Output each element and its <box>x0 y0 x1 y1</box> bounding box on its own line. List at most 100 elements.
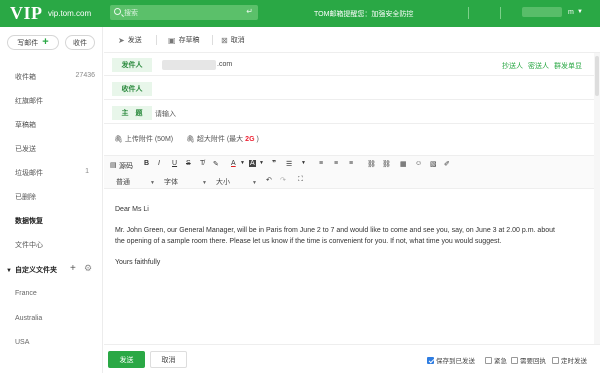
logo[interactable]: VIP <box>10 3 43 24</box>
compose-label: 写邮件 <box>17 39 39 47</box>
chevron-down-icon: ▼ <box>251 180 257 186</box>
italic-icon[interactable]: I <box>158 160 160 167</box>
clear-format-icon[interactable]: T̸ <box>200 160 204 167</box>
gear-icon[interactable]: ⚙ <box>84 263 92 274</box>
bold-icon[interactable]: B <box>144 160 149 167</box>
paragraph-style-select[interactable]: 普通 ▼ <box>116 177 155 187</box>
to-field[interactable] <box>160 80 590 98</box>
font-family-select[interactable]: 字体 ▼ <box>164 177 207 187</box>
emoji-icon[interactable]: ☺ <box>415 160 422 167</box>
source-code-button[interactable]: 源码 <box>119 161 133 171</box>
format-painter-icon[interactable]: ✎ <box>213 160 219 168</box>
chevron-down-icon: ▼ <box>149 180 155 186</box>
compose-button[interactable]: 写邮件 + <box>7 35 59 50</box>
user-account-blurred[interactable] <box>522 7 562 17</box>
send-icon: ➤ <box>118 35 125 45</box>
user-account-suffix[interactable]: m <box>568 9 574 16</box>
quote-icon[interactable]: ❞ <box>272 159 276 167</box>
scrollbar[interactable] <box>594 53 600 344</box>
bcc-link[interactable]: 密送人 <box>528 61 549 71</box>
save-to-sent-checkbox[interactable] <box>427 356 434 364</box>
paragraph-style-value: 普通 <box>116 179 130 186</box>
align-left-icon[interactable]: ≡ <box>319 160 323 167</box>
signature-icon[interactable]: ✐ <box>444 160 450 168</box>
underline-icon[interactable]: U <box>172 160 177 167</box>
sidebar-item-label: 红旗邮件 <box>15 98 43 105</box>
cancel-button[interactable]: 取消 <box>150 351 187 368</box>
receive-label: 收件 <box>73 39 87 47</box>
font-family-value: 字体 <box>164 179 178 186</box>
paperclip-icon: 🖇 <box>114 136 123 143</box>
send-label: 发送 <box>127 37 142 44</box>
plus-icon: + <box>42 36 49 48</box>
sidebar-item-drafts[interactable]: 草稿箱 <box>15 120 95 130</box>
save-draft-button[interactable]: ▣ 存草稿 <box>168 35 200 45</box>
chevron-down-icon[interactable]: ▼ <box>577 9 583 15</box>
sidebar-item-folder-usa[interactable]: USA <box>15 339 29 346</box>
divider <box>104 99 600 100</box>
chevron-down-icon[interactable]: ▼ <box>301 160 306 166</box>
scheduled-send-checkbox[interactable] <box>552 356 559 364</box>
highlight-color-icon[interactable]: A <box>249 160 256 167</box>
caret-down-icon[interactable]: ▼ <box>6 268 12 274</box>
sidebar-item-inbox[interactable]: 收件箱 27436 <box>15 72 95 82</box>
sidebar-item-label: 收件箱 <box>15 74 36 81</box>
cc-link[interactable]: 抄送人 <box>502 61 523 71</box>
strikethrough-icon[interactable]: S <box>186 160 191 167</box>
custom-folders-header[interactable]: ▼ 自定义文件夹 + ⚙ <box>6 263 98 275</box>
read-receipt-checkbox[interactable] <box>511 356 518 364</box>
sidebar-item-label: 垃圾邮件 <box>15 170 43 177</box>
chevron-down-icon[interactable]: ▼ <box>240 160 245 166</box>
unlink-icon[interactable]: ⛓ <box>382 160 391 168</box>
read-receipt-option[interactable]: 需要回执 <box>511 355 546 365</box>
urgent-checkbox[interactable] <box>485 356 492 364</box>
editor-toolbar: ▤ 源码 B I U S T̸ ✎ A ▼ A ▼ ❞ ☰ ▼ ≡ ≡ ≡ ⛓ … <box>104 155 600 189</box>
subject-input[interactable]: 请输入 <box>155 109 176 119</box>
cancel-label: 取消 <box>230 37 245 44</box>
fullscreen-icon[interactable]: ⛶ <box>298 176 303 184</box>
sidebar-item-deleted[interactable]: 已删除 <box>15 192 95 202</box>
security-notice[interactable]: TOM邮箱提醒您：加强安全防控 <box>314 9 413 19</box>
large-attachment-label: 超大附件 (最大 <box>196 136 244 143</box>
add-folder-icon[interactable]: + <box>70 263 76 274</box>
search-input[interactable]: 搜索 ↵ <box>110 5 258 20</box>
sidebar-item-folder-france[interactable]: France <box>15 290 37 297</box>
save-to-sent-option[interactable]: 保存到已发送 <box>427 355 475 365</box>
chevron-down-icon[interactable]: ▼ <box>259 160 264 166</box>
scheduled-send-option[interactable]: 定时发送 <box>552 355 587 365</box>
font-size-select[interactable]: 大小 ▼ <box>216 177 257 187</box>
large-attachment-button[interactable]: 🖇 超大附件 (最大 2G) <box>186 134 259 144</box>
font-color-icon[interactable]: A <box>231 160 236 167</box>
sidebar-item-data-recovery[interactable]: 数据恢复 <box>15 216 95 226</box>
list-icon[interactable]: ☰ <box>286 160 292 168</box>
image-icon[interactable]: ▧ <box>430 160 437 168</box>
sidebar-item-sent[interactable]: 已发送 <box>15 144 95 154</box>
email-greeting: Dear Ms Li <box>115 206 149 213</box>
upload-attachment-button[interactable]: 🖇 上传附件 (50M) <box>114 134 173 144</box>
receive-button[interactable]: 收件 <box>65 35 95 50</box>
enter-icon[interactable]: ↵ <box>246 7 253 16</box>
group-send-link[interactable]: 群发单显 <box>554 61 582 71</box>
align-right-icon[interactable]: ≡ <box>349 160 353 167</box>
paperclip-icon: 🖇 <box>186 136 195 143</box>
sidebar-item-label: 草稿箱 <box>15 122 36 129</box>
align-center-icon[interactable]: ≡ <box>334 160 338 167</box>
sidebar-item-flagged[interactable]: 红旗邮件 <box>15 96 95 106</box>
divider <box>156 35 157 45</box>
send-button[interactable]: 发送 <box>108 351 145 368</box>
redo-icon[interactable]: ↷ <box>280 176 286 184</box>
sidebar-item-folder-australia[interactable]: Australia <box>15 315 42 322</box>
table-icon[interactable]: ▦ <box>400 160 407 168</box>
source-code-icon[interactable]: ▤ <box>110 161 117 169</box>
compose-toolbar: ➤ 发送 ▣ 存草稿 ⊠ 取消 <box>104 27 600 53</box>
urgent-option[interactable]: 紧急 <box>485 355 507 365</box>
send-toolbar-button[interactable]: ➤ 发送 <box>118 35 142 45</box>
scrollbar-thumb[interactable] <box>595 56 599 96</box>
undo-icon[interactable]: ↶ <box>266 176 272 184</box>
from-label: 发件人 <box>112 58 152 72</box>
cancel-toolbar-button[interactable]: ⊠ 取消 <box>221 35 245 45</box>
sidebar-item-spam[interactable]: 垃圾邮件 1 <box>15 168 95 178</box>
link-icon[interactable]: ⛓ <box>367 160 376 168</box>
sidebar-item-file-center[interactable]: 文件中心 <box>15 240 95 250</box>
divider <box>212 35 213 45</box>
